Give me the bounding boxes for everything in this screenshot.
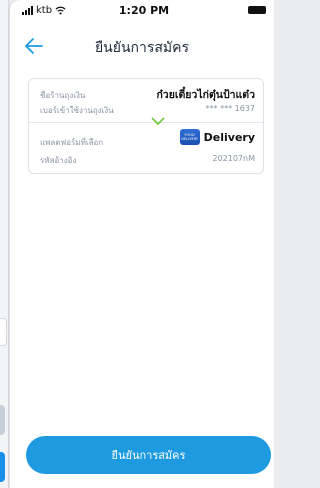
platform-name: Delivery [203,130,255,144]
shop-section: ชื่อร้านถุงเงิน ก๋วยเตี๋ยวไก่ตุ๋นป้าแต๋ว… [29,79,263,122]
background-card [0,318,7,346]
platform-label: แพลตฟอร์มที่เลือก [40,138,104,147]
confirmation-card: ชื่อร้านถุงเงิน ก๋วยเตี๋ยวไก่ตุ๋นป้าแต๋ว… [28,78,264,174]
confirm-registration-button[interactable]: ยืนยันการสมัคร [26,436,271,474]
shop-name-value: ก๋วยเตี๋ยวไก่ตุ๋นป้าแต๋ว [156,89,255,101]
status-left: ktb [22,5,66,16]
reference-label: รหัสอ้างอิง [40,156,77,165]
modal-sheet: ktb 1:20 PM ยืนยันการสมัคร ชื่อร้านถุงเง… [10,0,274,488]
food-delivery-logo-icon: FOOD DELIVERY [179,129,200,145]
background-card [0,405,5,435]
wifi-icon [55,6,66,15]
platform-value: FOOD DELIVERY Delivery [179,129,255,145]
background-card [0,452,5,482]
logo-text: FOOD DELIVERY [181,133,199,141]
carrier-name: ktb [36,5,53,16]
background-page [0,0,9,488]
status-bar: ktb 1:20 PM [10,0,274,20]
platform-section: แพลตฟอร์มที่เลือก FOOD DELIVERY Delivery… [29,123,263,173]
status-time: 1:20 PM [118,4,170,17]
phone-value: *** *** 1637 [205,104,255,113]
back-arrow-icon[interactable] [24,36,44,56]
battery-icon [248,6,266,14]
reference-value: 202107nM [212,154,255,163]
signal-icon [22,6,33,15]
page-title: ยืนยันการสมัคร [94,40,190,56]
nav-bar: ยืนยันการสมัคร [10,24,274,68]
phone-label: เบอร์เข้าใช้งานถุงเงิน [40,106,114,115]
shop-name-label: ชื่อร้านถุงเงิน [40,91,86,100]
